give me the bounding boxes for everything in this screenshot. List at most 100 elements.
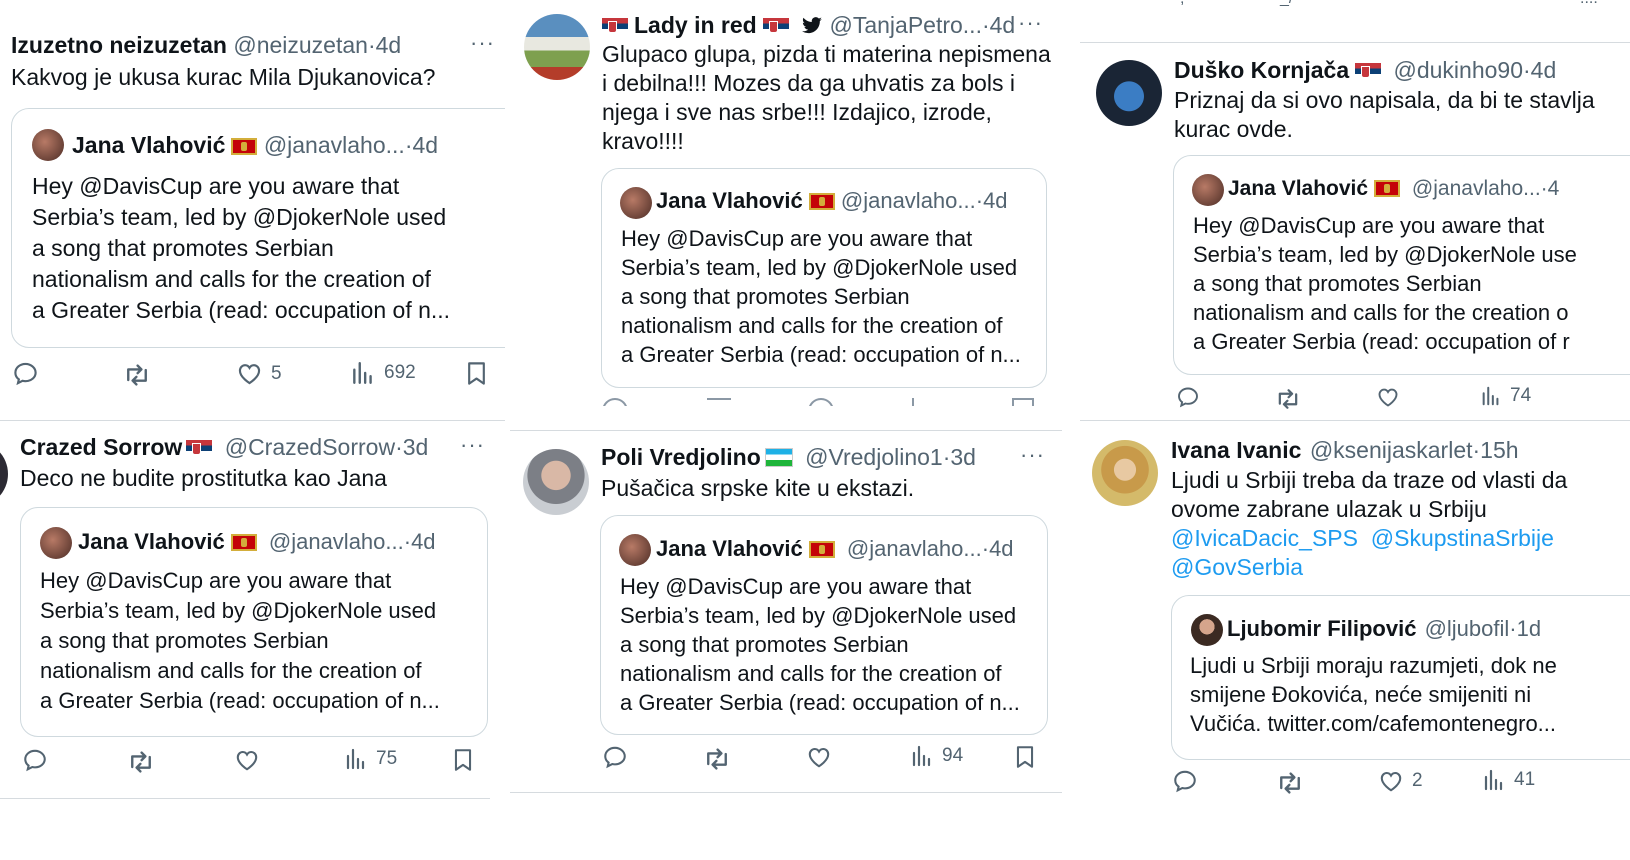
tweet-header: Crazed Sorrow @CrazedSorrow·3d	[20, 434, 429, 460]
quoted-tweet[interactable]: Jana Vlahović @janavlaho...·4d Hey @Davi…	[601, 168, 1047, 388]
views-button[interactable]: 692	[350, 360, 416, 386]
views-icon	[910, 744, 934, 768]
tweet-text: Pušačica srpske kite u ekstazi.	[601, 475, 915, 501]
avatar[interactable]	[524, 14, 590, 80]
quoted-avatar[interactable]	[619, 534, 651, 566]
views-button[interactable]: 74	[1480, 385, 1531, 407]
author-name[interactable]: Lady in red	[634, 12, 757, 38]
mention-link[interactable]: @IvicaDacic_SPS	[1171, 525, 1358, 551]
reply-icon	[12, 360, 39, 387]
avatar[interactable]	[0, 441, 8, 507]
views-button[interactable]: 75	[344, 747, 397, 771]
quoted-header: Jana Vlahović @janavlaho...·4d	[78, 529, 436, 554]
avatar[interactable]	[523, 449, 589, 515]
author-name[interactable]: Izuzetno neizuzetan	[11, 32, 227, 58]
more-icon[interactable]: ···	[470, 30, 495, 56]
mention-link[interactable]: @GovSerbia	[1171, 554, 1303, 580]
bookmark-button[interactable]	[450, 747, 476, 773]
reply-button[interactable]	[602, 744, 628, 770]
more-icon[interactable]: ···	[1018, 10, 1043, 36]
like-button[interactable]	[806, 744, 832, 770]
tweet-text: Deco ne budite prostitutka kao Jana	[20, 465, 387, 491]
bookmark-button[interactable]	[1012, 744, 1038, 770]
quoted-tweet[interactable]: Jana Vlahović @janavlaho...·4d Hey @Davi…	[11, 108, 505, 348]
tweet-actions: 74	[1176, 385, 1616, 409]
serbia-flag-icon	[1355, 63, 1382, 80]
tweet-text: Priznaj da si ovo napisala, da bi te sta…	[1174, 87, 1595, 142]
tweet-time[interactable]: 4d	[990, 12, 1016, 38]
quoted-tweet[interactable]: Jana Vlahović @janavlaho...·4 Hey @Davis…	[1173, 155, 1630, 375]
tweet-text: Ljudi u Srbiji treba da traze od vlasti …	[1171, 467, 1568, 580]
tweet-actions: 2 41	[1172, 768, 1612, 802]
views-icon	[1482, 768, 1506, 792]
tweet-time[interactable]: 3d	[950, 444, 976, 470]
quoted-tweet[interactable]: Jana Vlahović @janavlaho...·4d Hey @Davi…	[600, 515, 1048, 735]
retweet-button[interactable]	[1275, 768, 1305, 798]
quoted-avatar[interactable]	[620, 187, 652, 219]
views-button[interactable]: 94	[910, 744, 963, 768]
author-name[interactable]: Ivana Ivanic	[1171, 437, 1301, 463]
quoted-avatar[interactable]	[1191, 614, 1223, 646]
quoted-tweet[interactable]: Ljubomir Filipović @ljubofil·1d Ljudi u …	[1171, 595, 1630, 760]
quoted-tweet[interactable]: Jana Vlahović @janavlaho...·4d Hey @Davi…	[20, 507, 488, 737]
quoted-text: Hey @DavisCup are you aware that Serbia’s…	[1193, 213, 1577, 354]
more-icon[interactable]: ···	[460, 432, 485, 458]
author-handle[interactable]: @Vredjolino1	[805, 444, 943, 470]
like-button[interactable]	[234, 747, 260, 773]
tweet-time[interactable]: 4d	[1531, 57, 1557, 83]
more-icon[interactable]: ···	[1020, 442, 1045, 468]
tweet-panel-3: , _/ - .... Duško Kornjača @dukinho90·4d…	[1080, 0, 1630, 420]
quoted-header: Jana Vlahović @janavlaho...·4d	[656, 536, 1014, 561]
retweet-button[interactable]	[122, 360, 152, 390]
tweet-actions: 94	[602, 744, 1042, 778]
author-handle[interactable]: @neizuzetan	[233, 32, 368, 58]
tweet-text: Glupaco glupa, pizda ti materina nepisme…	[602, 41, 1051, 154]
quoted-avatar[interactable]	[1192, 174, 1224, 206]
bookmark-icon	[450, 747, 476, 773]
views-button[interactable]: 41	[1482, 768, 1535, 792]
retweet-icon	[1274, 385, 1302, 409]
author-handle[interactable]: @CrazedSorrow	[225, 434, 395, 460]
quoted-header: Jana Vlahović @janavlaho...·4d	[72, 132, 439, 158]
retweet-button[interactable]	[126, 747, 156, 777]
author-handle[interactable]: @TanjaPetro...	[829, 12, 981, 38]
tweet-time[interactable]: 15h	[1480, 437, 1518, 463]
author-handle[interactable]: @ksenijaskarlet	[1310, 437, 1473, 463]
reply-button[interactable]	[1172, 768, 1198, 794]
montenegro-flag-icon	[808, 541, 835, 558]
author-name[interactable]: Duško Kornjača	[1174, 57, 1349, 83]
reply-button[interactable]	[22, 747, 48, 773]
quoted-author-name: Jana Vlahović	[72, 132, 226, 158]
montenegro-flag-icon	[231, 138, 258, 155]
bookmark-button[interactable]	[463, 360, 490, 387]
actions-cut	[602, 398, 1042, 406]
avatar[interactable]	[1096, 60, 1162, 126]
author-name[interactable]: Poli Vredjolino	[601, 444, 761, 470]
quoted-header: Jana Vlahović @janavlaho...·4d	[656, 188, 1008, 213]
tweet-time[interactable]: 4d	[376, 32, 402, 58]
avatar[interactable]	[1092, 440, 1158, 506]
author-handle[interactable]: @dukinho90	[1394, 57, 1524, 83]
bookmark-icon	[1012, 744, 1038, 770]
quoted-avatar[interactable]	[32, 129, 64, 161]
tweet-panel-5: Poli Vredjolino @Vredjolino1·3d ··· Puša…	[510, 436, 1070, 806]
quoted-header: Ljubomir Filipović @ljubofil·1d	[1227, 616, 1542, 641]
like-button[interactable]: 2	[1378, 768, 1423, 794]
like-button[interactable]	[1376, 385, 1400, 409]
quoted-avatar[interactable]	[40, 527, 72, 559]
tweet-header: Izuzetno neizuzetan @neizuzetan·4d	[11, 32, 402, 58]
reply-button[interactable]	[1176, 385, 1200, 409]
like-button[interactable]: 5	[236, 360, 282, 387]
reply-button[interactable]	[12, 360, 39, 387]
bookmark-icon	[463, 360, 490, 387]
uzbekistan-flag-icon	[764, 448, 793, 467]
tweet-actions: 75	[22, 747, 482, 781]
mention-link[interactable]: @SkupstinaSrbije	[1371, 525, 1554, 551]
author-name[interactable]: Crazed Sorrow	[20, 434, 182, 460]
retweet-button[interactable]	[702, 744, 732, 774]
tweet-time[interactable]: 3d	[403, 434, 429, 460]
like-icon	[806, 744, 832, 770]
montenegro-flag-icon	[230, 534, 257, 551]
tweet-panel-4: Crazed Sorrow @CrazedSorrow·3d ··· Deco …	[0, 425, 505, 810]
retweet-button[interactable]	[1274, 385, 1302, 409]
